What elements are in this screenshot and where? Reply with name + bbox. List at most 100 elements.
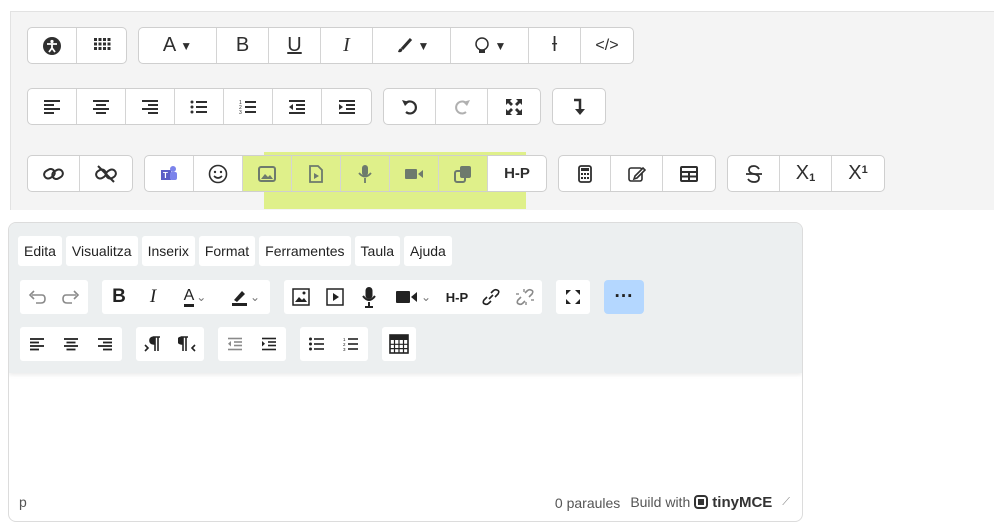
menu-visualitza[interactable]: Visualitza <box>65 236 138 266</box>
status-bar: p 0 paraules Build with tinyMCE ⟋ <box>9 486 802 516</box>
link-icon[interactable] <box>474 280 508 314</box>
italic-button[interactable]: I <box>321 28 373 63</box>
redo-icon[interactable] <box>436 89 488 124</box>
atto-group-align: 123 <box>27 88 372 125</box>
copy-icon[interactable] <box>439 156 488 191</box>
bold-button[interactable]: B <box>217 28 269 63</box>
undo-icon[interactable] <box>384 89 436 124</box>
unlink-icon[interactable] <box>508 280 542 314</box>
table-icon[interactable] <box>663 156 715 191</box>
menu-ajuda[interactable]: Ajuda <box>404 236 452 266</box>
rtl-icon[interactable] <box>170 327 204 361</box>
menu-inserix[interactable]: Inserix <box>141 236 195 266</box>
resize-handle-icon[interactable]: ⟋ <box>782 496 790 509</box>
fullscreen-icon[interactable] <box>556 280 590 314</box>
forecolor-label: A <box>183 287 195 307</box>
atto-group-style: A ▼ B U I ▼ ▼ Ɨ </> <box>138 27 634 64</box>
unlink-icon[interactable] <box>80 156 132 191</box>
media-icon[interactable] <box>318 280 352 314</box>
tg-history <box>20 280 88 314</box>
expand-toolbar-icon[interactable] <box>553 89 605 124</box>
svg-text:3: 3 <box>239 110 242 115</box>
menu-edita[interactable]: Edita <box>18 236 62 266</box>
align-left-icon[interactable] <box>20 327 54 361</box>
calculator-icon[interactable] <box>382 327 416 361</box>
image-icon[interactable] <box>284 280 318 314</box>
strikethrough-icon[interactable] <box>728 156 780 191</box>
tg-format: B I A ⌄ ⌄ <box>102 280 270 314</box>
accessibility-icon[interactable] <box>28 28 77 63</box>
atto-group-accessibility <box>27 27 127 64</box>
font-style-button[interactable]: A ▼ <box>139 28 217 63</box>
video-button[interactable]: ⌄ <box>386 280 440 314</box>
tinymce-header: Edita Visualitza Inserix Format Ferramen… <box>9 223 802 373</box>
edit-icon[interactable] <box>611 156 663 191</box>
highlight-button[interactable]: ⌄ <box>220 280 270 314</box>
chevron-down-icon: ⌄ <box>420 290 432 304</box>
chevron-down-icon: ⌄ <box>196 290 207 304</box>
svg-text:3: 3 <box>343 347 346 351</box>
redo-icon[interactable] <box>54 280 88 314</box>
menubar: Edita Visualitza Inserix Format Ferramen… <box>18 236 456 266</box>
menu-taula[interactable]: Taula <box>354 236 400 266</box>
outdent-icon[interactable] <box>218 327 252 361</box>
mic-icon[interactable] <box>352 280 386 314</box>
bullet-list-icon[interactable] <box>300 327 334 361</box>
tinymce-brand: tinyMCE <box>712 494 773 511</box>
atto-editor-toolbar: A ▼ B U I ▼ ▼ Ɨ </> 1 2 3 T H-P X 1 X 1 <box>10 11 994 210</box>
align-center-icon[interactable] <box>77 89 126 124</box>
word-count[interactable]: 0 paraules <box>555 495 620 511</box>
italic-button[interactable]: I <box>136 280 170 314</box>
toolbar-row-2: 123 <box>20 327 430 361</box>
align-right-icon[interactable] <box>126 89 175 124</box>
forecolor-button[interactable]: A ⌄ <box>170 280 220 314</box>
tinymce-logo[interactable]: tinyMCE <box>694 494 772 511</box>
h5p-button[interactable]: H-P <box>440 280 474 314</box>
h5p-button[interactable]: H-P <box>488 156 546 191</box>
menu-format[interactable]: Format <box>198 236 256 266</box>
teams-icon[interactable]: T <box>145 156 194 191</box>
html-source-button[interactable]: </> <box>581 28 633 63</box>
build-with-label: Build with tinyMCE <box>630 494 772 511</box>
underline-button[interactable]: U <box>269 28 321 63</box>
brush-icon[interactable]: ▼ <box>373 28 451 63</box>
tg-calc <box>382 327 416 361</box>
bold-button[interactable]: B <box>102 280 136 314</box>
toolbar-row-1: B I A ⌄ ⌄ ⌄ H-P ··· <box>20 280 644 314</box>
align-center-icon[interactable] <box>54 327 88 361</box>
tg-view <box>556 280 590 314</box>
indent-icon[interactable] <box>252 327 286 361</box>
undo-icon[interactable] <box>20 280 54 314</box>
more-button[interactable]: ··· <box>604 280 644 314</box>
mic-icon[interactable] <box>341 156 390 191</box>
numbered-list-icon[interactable]: 123 <box>334 327 368 361</box>
status-right: 0 paraules Build with tinyMCE ⟋ <box>555 494 790 511</box>
video-icon[interactable] <box>390 156 439 191</box>
outdent-icon[interactable] <box>273 89 322 124</box>
fullscreen-icon[interactable] <box>488 89 540 124</box>
tg-direction <box>136 327 204 361</box>
tinymce-logo-icon <box>694 495 709 509</box>
image-icon[interactable] <box>243 156 292 191</box>
apps-grid-icon[interactable] <box>77 28 126 63</box>
ltr-icon[interactable] <box>136 327 170 361</box>
tg-insert: ⌄ H-P <box>284 280 542 314</box>
calculator-icon[interactable] <box>559 156 611 191</box>
bullet-list-icon[interactable] <box>175 89 224 124</box>
numbered-list-icon[interactable]: 123 <box>224 89 273 124</box>
video-icon <box>395 291 417 303</box>
align-left-icon[interactable] <box>28 89 77 124</box>
file-icon[interactable] <box>292 156 341 191</box>
superscript-button[interactable]: X1 <box>832 156 884 191</box>
menu-ferramentes[interactable]: Ferramentes <box>259 236 351 266</box>
align-right-icon[interactable] <box>88 327 122 361</box>
lightbulb-icon[interactable]: ▼ <box>451 28 529 63</box>
cursor-icon[interactable]: Ɨ <box>529 28 581 63</box>
tg-align <box>20 327 122 361</box>
subscript-button[interactable]: X1 <box>780 156 832 191</box>
indent-icon[interactable] <box>322 89 371 124</box>
atto-row-1: A ▼ B U I ▼ ▼ Ɨ </> <box>27 27 645 64</box>
emoji-icon[interactable] <box>194 156 243 191</box>
link-icon[interactable] <box>28 156 80 191</box>
atto-group-insert: T H-P <box>144 155 547 192</box>
